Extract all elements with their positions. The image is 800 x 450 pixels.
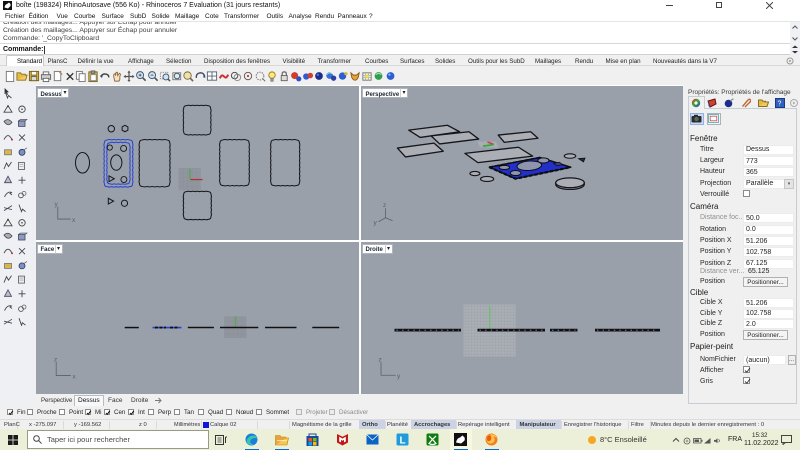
svg-text:x: x: [73, 373, 77, 380]
svg-text:y: y: [55, 201, 59, 208]
svg-text:?: ?: [778, 101, 782, 108]
svg-text:z: z: [379, 356, 382, 363]
svg-text:L: L: [400, 436, 406, 447]
svg-text:z: z: [54, 356, 57, 363]
svg-text:y: y: [397, 372, 401, 379]
svg-text:y: y: [374, 219, 378, 226]
svg-text:x: x: [72, 217, 76, 224]
svg-text:z: z: [383, 202, 386, 209]
